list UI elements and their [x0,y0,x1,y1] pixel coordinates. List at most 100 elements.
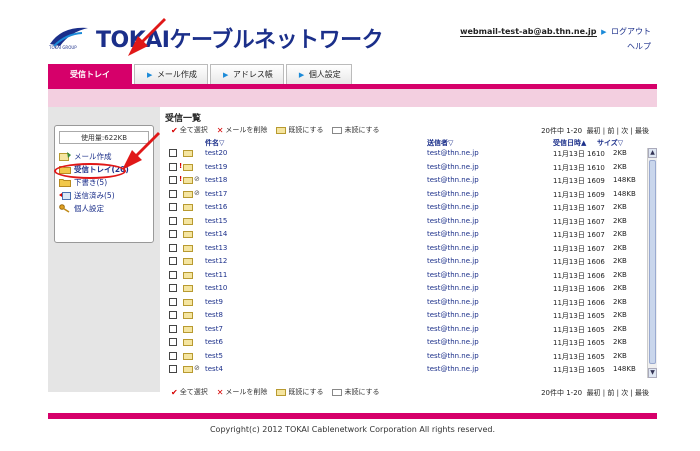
row-checkbox[interactable] [169,230,177,238]
row-checkbox[interactable] [169,149,177,157]
row-size: 2KB [613,324,627,333]
row-subject[interactable]: test16 [205,203,227,211]
scroll-up-icon[interactable]: ▲ [648,148,657,158]
pager-next-link[interactable]: 次 [621,389,628,397]
scroll-thumb[interactable] [649,160,656,364]
table-row[interactable]: test20 test@thn.ne.jp 11月13日 1610 2KB [165,148,647,159]
row-checkbox[interactable] [169,338,177,346]
row-from: test@thn.ne.jp [427,284,479,292]
table-row[interactable]: test13 test@thn.ne.jp 11月13日 1607 2KB [165,243,647,254]
row-subject[interactable]: test15 [205,217,227,225]
row-from: test@thn.ne.jp [427,324,479,333]
select-all-button[interactable]: ✔ 全て選択 [171,387,208,397]
scroll-down-icon[interactable]: ▼ [648,368,657,378]
row-subject[interactable]: test20 [205,149,227,157]
table-row[interactable]: test16 test@thn.ne.jp 11月13日 1607 2KB [165,202,647,213]
select-all-label: 全て選択 [179,126,208,134]
col-date[interactable]: 受信日時▲ [553,138,586,148]
table-row[interactable]: ⊘ test17 test@thn.ne.jp 11月13日 1609 148KB [165,189,647,200]
select-all-button[interactable]: ✔ 全て選択 [171,125,208,135]
pager-first-link[interactable]: 最初 [587,127,601,135]
table-row[interactable]: test5 test@thn.ne.jp 11月13日 1605 2KB [165,351,647,362]
mark-read-button[interactable]: 既読にする [276,125,323,135]
table-row[interactable]: ! test19 test@thn.ne.jp 11月13日 1610 2KB [165,162,647,173]
logo-small-text: TOKAI GROUP [48,45,77,50]
pager-last-link[interactable]: 最後 [635,389,649,397]
delete-mail-button[interactable]: ✕ メールを削除 [217,125,268,135]
row-subject[interactable]: test5 [205,352,223,360]
table-row[interactable]: test11 test@thn.ne.jp 11月13日 1606 2KB [165,270,647,281]
col-subject[interactable]: 件名▽ [205,138,224,148]
annotation-ellipse [54,163,126,179]
mark-unread-button[interactable]: 未読にする [332,387,380,397]
key-icon [59,204,70,213]
row-subject[interactable]: test19 [205,163,227,171]
table-row[interactable]: test10 test@thn.ne.jp 11月13日 1606 2KB [165,283,647,294]
row-subject[interactable]: test12 [205,257,227,265]
table-row[interactable]: test8 test@thn.ne.jp 11月13日 1605 2KB [165,310,647,321]
envelope-icon [183,352,193,360]
row-subject[interactable]: test7 [205,325,223,333]
row-checkbox[interactable] [169,365,177,373]
row-checkbox[interactable] [169,297,177,306]
row-subject[interactable]: test6 [205,338,223,346]
pager-last-link[interactable]: 最後 [635,127,649,135]
row-checkbox[interactable] [169,203,177,211]
row-subject[interactable]: test8 [205,311,223,319]
row-checkbox[interactable] [169,270,177,279]
pager-top: 20件中 1-20 最初 | 前 | 次 | 最後 [541,127,649,135]
paperclip-icon: ⊘ [194,364,200,372]
mark-read-label: 既読にする [288,126,324,134]
row-subject[interactable]: test11 [205,271,227,279]
row-subject[interactable]: test17 [205,190,227,198]
delete-mail-button[interactable]: ✕ メールを削除 [217,387,268,397]
row-subject[interactable]: test18 [205,176,227,184]
row-checkbox[interactable] [169,176,177,184]
row-from: test@thn.ne.jp [427,243,479,252]
table-row[interactable]: test6 test@thn.ne.jp 11月13日 1605 2KB [165,337,647,348]
row-subject[interactable]: test14 [205,230,227,238]
row-checkbox[interactable] [169,284,177,292]
logout-link[interactable]: ログアウト [611,27,651,36]
row-subject[interactable]: test4 [205,365,223,373]
table-row[interactable]: test9 test@thn.ne.jp 11月13日 1606 2KB [165,297,647,308]
table-row[interactable]: ! ⊘ test18 test@thn.ne.jp 11月13日 1609 148KB [165,175,647,186]
row-from: test@thn.ne.jp [427,270,479,279]
triangle-right-icon: ▶ [298,71,305,79]
table-row[interactable]: test14 test@thn.ne.jp 11月13日 1607 2KB [165,229,647,240]
mark-read-button[interactable]: 既読にする [276,387,323,397]
table-row[interactable]: test15 test@thn.ne.jp 11月13日 1607 2KB [165,216,647,227]
tab-inbox[interactable]: 受信トレイ [48,64,132,84]
tab-settings[interactable]: ▶ 個人設定 [285,64,352,84]
row-date: 11月13日 1606 [553,285,605,293]
mark-unread-button[interactable]: 未読にする [332,125,380,135]
row-checkbox[interactable] [169,189,177,198]
row-checkbox[interactable] [169,324,177,333]
table-row[interactable]: test7 test@thn.ne.jp 11月13日 1605 2KB [165,324,647,335]
row-subject[interactable]: test10 [205,284,227,292]
pager-first-link[interactable]: 最初 [587,389,601,397]
row-subject[interactable]: test13 [205,244,227,252]
list-scrollbar[interactable]: ▲ ▼ [647,148,657,378]
row-size: 2KB [613,149,627,157]
pager-next-link[interactable]: 次 [621,127,628,135]
row-checkbox[interactable] [169,351,177,360]
help-link[interactable]: ヘルプ [460,41,651,52]
sidebar-item-label: 個人設定 [74,204,104,213]
table-row[interactable]: test12 test@thn.ne.jp 11月13日 1606 2KB [165,256,647,267]
row-checkbox[interactable] [169,162,177,171]
pager-prev-link[interactable]: 前 [607,127,614,135]
row-subject[interactable]: test9 [205,298,223,306]
col-from[interactable]: 送信者▽ [427,138,453,148]
row-checkbox[interactable] [169,257,177,265]
pager-prev-link[interactable]: 前 [607,389,614,397]
table-row[interactable]: ⊘ test4 test@thn.ne.jp 11月13日 1605 148KB [165,364,647,375]
tab-compose[interactable]: ▶ メール作成 [134,64,208,84]
col-size[interactable]: サイズ▽ [597,138,623,148]
tab-address-book[interactable]: ▶ アドレス帳 [209,64,284,84]
sidebar-item-settings[interactable]: 個人設定 [59,202,149,215]
row-checkbox[interactable] [169,311,177,319]
sidebar-item-sent[interactable]: 送信済み(5) [59,189,149,202]
row-checkbox[interactable] [169,243,177,252]
row-checkbox[interactable] [169,216,177,225]
